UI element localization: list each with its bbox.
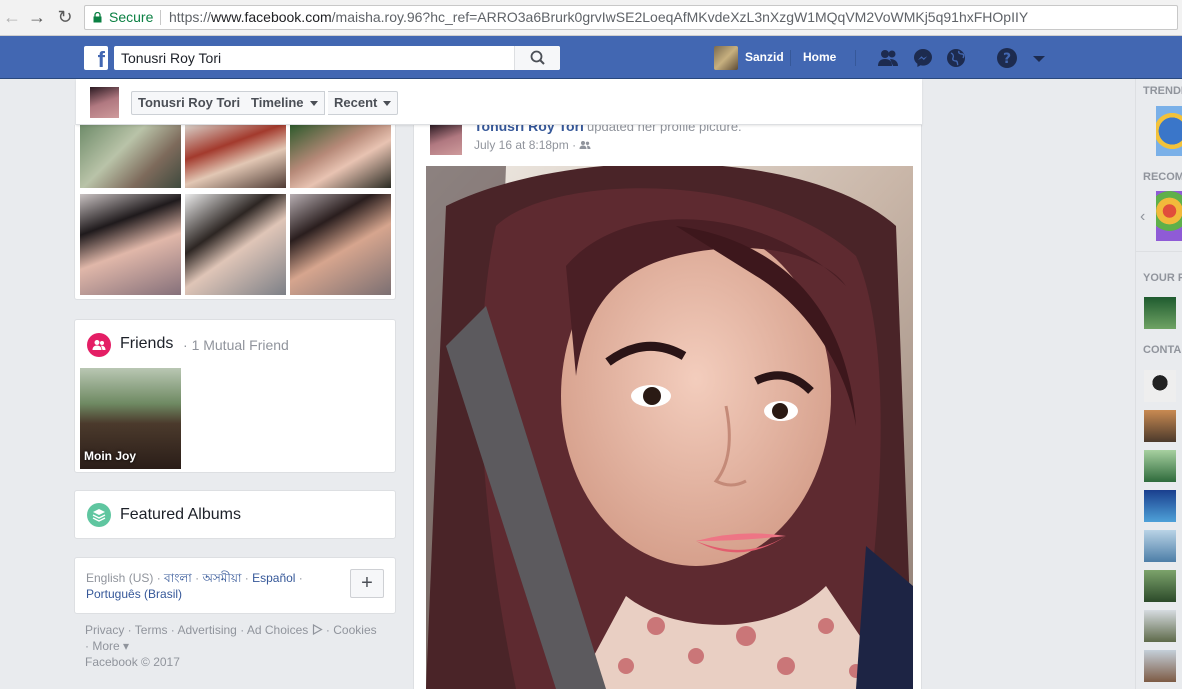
back-arrow-icon[interactable]: ←	[2, 7, 22, 27]
facebook-header: f Sanzid Home ?	[0, 36, 1182, 79]
photo-thumbnail[interactable]	[80, 194, 181, 295]
stack-icon	[92, 509, 106, 522]
chevron-down-icon	[383, 101, 392, 107]
account-menu-caret-icon[interactable]	[1028, 47, 1050, 69]
friends-title[interactable]: Friends	[120, 335, 173, 353]
rail-divider	[1136, 251, 1182, 252]
mutual-friends-label: 1 Mutual Friend	[191, 337, 289, 353]
post-author-avatar[interactable]	[430, 125, 462, 155]
friends-icon	[87, 333, 111, 357]
home-link[interactable]: Home	[803, 50, 836, 64]
game-app-icon[interactable]	[1156, 106, 1182, 156]
friends-card: Friends · 1 Mutual Friend Moin Joy	[74, 319, 396, 473]
user-name-link[interactable]: Sanzid	[745, 50, 784, 64]
search-button[interactable]	[514, 46, 560, 70]
timeline-dropdown[interactable]: Timeline	[245, 91, 325, 115]
notifications-globe-icon[interactable]	[945, 47, 967, 69]
facebook-logo[interactable]: f	[84, 46, 108, 70]
language-link[interactable]: Español	[252, 571, 295, 585]
footer-link[interactable]: Cookies	[333, 623, 376, 637]
profile-name-tab[interactable]: Tonusri Roy Tori	[131, 91, 248, 115]
browser-toolbar: ← → ↻ Secure https://www.facebook.com/ma…	[0, 0, 1182, 36]
photos-card	[74, 125, 396, 300]
chevron-left-icon[interactable]: ‹	[1140, 208, 1145, 226]
chevron-down-icon	[309, 101, 318, 107]
lock-icon	[93, 12, 102, 23]
search-input[interactable]	[114, 46, 514, 70]
featured-albums-card: Featured Albums	[74, 490, 396, 539]
contact-avatar[interactable]	[1144, 610, 1176, 642]
footer: Privacy · Terms · Advertising · Ad Choic…	[85, 623, 377, 669]
add-language-button[interactable]: +	[350, 569, 384, 598]
footer-link[interactable]: Ad Choices	[247, 623, 308, 637]
right-rail: TRENDI RECOM ‹ YOUR P CONTA	[1135, 79, 1182, 689]
current-language: English (US)	[86, 571, 154, 585]
audience-friends-icon[interactable]	[579, 140, 591, 150]
your-pages-heading: YOUR P	[1143, 272, 1182, 284]
contact-avatar[interactable]	[1144, 650, 1176, 682]
svg-text:?: ?	[1003, 51, 1011, 67]
profile-picture-photo[interactable]	[426, 166, 913, 689]
contact-avatar[interactable]	[1144, 490, 1176, 522]
footer-link[interactable]: Terms	[135, 623, 168, 637]
user-avatar[interactable]	[714, 46, 738, 70]
secure-label: Secure	[109, 9, 154, 25]
featured-albums-title[interactable]: Featured Albums	[120, 506, 241, 524]
photo-thumbnail[interactable]	[290, 194, 391, 295]
recent-dropdown[interactable]: Recent	[328, 91, 399, 115]
address-bar[interactable]: Secure https://www.facebook.com/maisha.r…	[84, 5, 1178, 30]
ad-choices-icon	[312, 623, 323, 636]
mutual-friends-count[interactable]: · 1 Mutual Friend	[183, 337, 289, 353]
profile-sticky-header: Tonusri Roy Tori Timeline Recent	[76, 79, 922, 125]
language-list: English (US) · বাংলা · অসমীয়া · Español…	[86, 571, 303, 601]
url-scheme: https://	[169, 9, 212, 25]
footer-link[interactable]: Privacy	[85, 623, 124, 637]
forward-arrow-icon[interactable]: →	[27, 7, 47, 27]
language-link[interactable]: বাংলা	[164, 571, 192, 585]
friend-name[interactable]: Moin Joy	[84, 449, 136, 463]
profile-avatar[interactable]	[90, 87, 119, 118]
url-path: /maisha.roy.96?hc_ref=ARRO3a6Brurk0grvIw…	[331, 9, 1029, 25]
address-divider	[160, 10, 161, 25]
recommended-game-icon[interactable]	[1156, 191, 1182, 241]
trending-heading: TRENDI	[1143, 85, 1182, 97]
page-avatar[interactable]	[1144, 297, 1176, 329]
post-timestamp[interactable]: July 16 at 8:18pm ·	[474, 138, 591, 152]
photo-thumbnail[interactable]	[185, 194, 286, 295]
selfie-photo-image	[426, 166, 913, 689]
reload-icon[interactable]: ↻	[55, 7, 75, 27]
footer-link[interactable]: Advertising	[177, 623, 236, 637]
more-link[interactable]: More	[92, 639, 119, 653]
post-time-text: July 16 at 8:18pm	[474, 138, 569, 152]
photo-thumbnail[interactable]	[80, 125, 181, 188]
contact-avatar[interactable]	[1144, 450, 1176, 482]
recommended-heading: RECOM	[1143, 171, 1182, 183]
photo-thumbnail[interactable]	[290, 125, 391, 188]
recent-label: Recent	[334, 95, 378, 110]
friend-tile[interactable]: Moin Joy	[80, 368, 181, 469]
photo-thumbnail[interactable]	[185, 125, 286, 188]
friend-requests-icon[interactable]	[877, 47, 899, 69]
contact-avatar[interactable]	[1144, 370, 1176, 402]
language-link[interactable]: অসমীয়া	[202, 571, 241, 585]
albums-icon	[87, 503, 111, 527]
language-link[interactable]: Português (Brasil)	[86, 587, 182, 601]
nav-divider	[790, 50, 791, 66]
timeline-post: Tonusri Roy Tori updated her profile pic…	[413, 118, 922, 689]
contact-avatar[interactable]	[1144, 410, 1176, 442]
help-icon[interactable]: ?	[996, 47, 1018, 69]
url-domain: www.facebook.com	[211, 9, 332, 25]
search-icon	[530, 50, 545, 65]
contact-avatar[interactable]	[1144, 570, 1176, 602]
people-icon	[92, 340, 106, 350]
timeline-label: Timeline	[251, 95, 304, 110]
url-text: https://www.facebook.com/maisha.roy.96?h…	[169, 6, 1028, 29]
language-card: English (US) · বাংলা · অসমীয়া · Español…	[74, 557, 396, 614]
search-box[interactable]	[114, 46, 560, 70]
copyright: Facebook © 2017	[85, 655, 180, 669]
messenger-icon[interactable]	[912, 47, 934, 69]
nav-divider	[855, 50, 856, 66]
contact-avatar[interactable]	[1144, 530, 1176, 562]
contacts-heading: CONTA	[1143, 344, 1182, 356]
